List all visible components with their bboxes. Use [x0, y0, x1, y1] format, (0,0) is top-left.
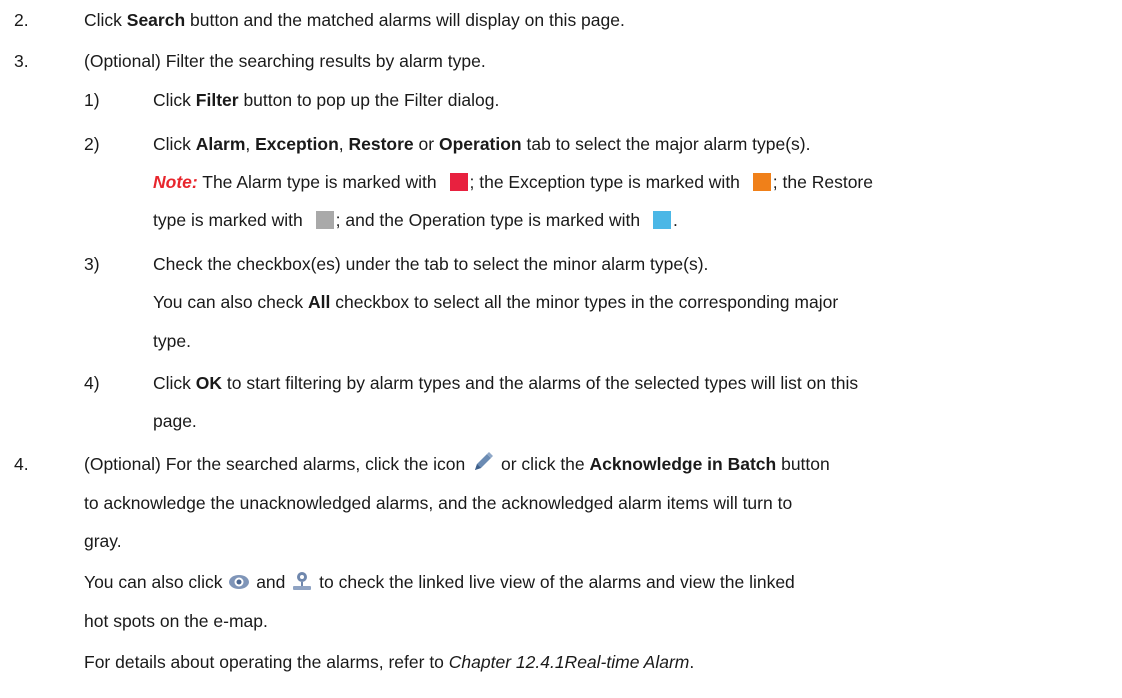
step-2-text: Click Search button and the matched alar…	[84, 10, 625, 30]
substep-3-text: Check the checkbox(es) under the tab to …	[153, 254, 709, 274]
note-line-2: type is marked with ; and the Operation …	[153, 210, 678, 230]
step-number: 4.	[14, 454, 29, 474]
exception-color-swatch	[752, 173, 771, 191]
step-number: 3.	[14, 51, 29, 71]
alarm-color-swatch	[449, 173, 468, 191]
note-line-1: Note: The Alarm type is marked with ; th…	[153, 172, 873, 192]
pencil-icon	[470, 452, 496, 474]
substep-1-text: Click Filter button to pop up the Filter…	[153, 90, 500, 110]
substep-4-text: Click OK to start filtering by alarm typ…	[153, 373, 859, 393]
chapter-reference: Chapter 12.4.1Real-time Alarm	[448, 652, 690, 672]
substep-number: 3)	[84, 254, 100, 274]
step-number: 2.	[14, 10, 29, 30]
operation-color-swatch	[652, 211, 671, 229]
restore-color-swatch	[315, 211, 334, 229]
step-4-line-6: For details about operating the alarms, …	[84, 652, 695, 672]
step-3-text: (Optional) Filter the searching results …	[84, 51, 486, 71]
map-pin-icon	[290, 570, 314, 592]
step-4-line-5: hot spots on the e-map.	[84, 611, 268, 631]
substep-2-text: Click Alarm, Exception, Restore or Opera…	[153, 134, 811, 154]
step-4-line-3: gray.	[84, 531, 122, 551]
substep-3-line-2: You can also check All checkbox to selec…	[153, 292, 839, 312]
note-label: Note:	[153, 172, 198, 192]
substep-number: 2)	[84, 134, 100, 154]
eye-icon	[227, 572, 251, 592]
step-4-line-2: to acknowledge the unacknowledged alarms…	[84, 493, 793, 513]
step-4-text: (Optional) For the searched alarms, clic…	[84, 452, 830, 474]
substep-4-line-2: page.	[153, 411, 197, 431]
substep-3-line-3: type.	[153, 331, 191, 351]
substep-number: 1)	[84, 90, 100, 110]
step-4-line-4: You can also click and to check the link…	[84, 570, 795, 592]
substep-number: 4)	[84, 373, 100, 393]
